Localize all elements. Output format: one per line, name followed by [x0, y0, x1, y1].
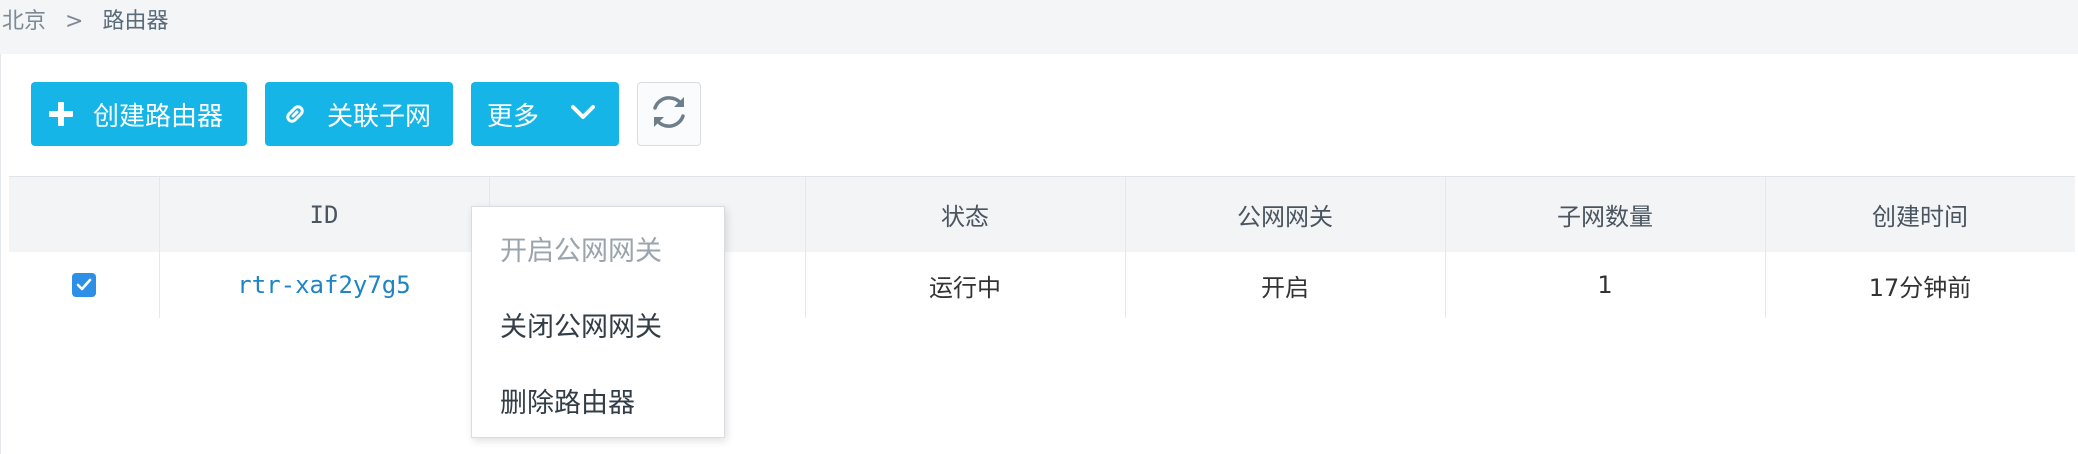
header-subnet-count[interactable]: 子网数量	[1445, 177, 1765, 252]
header-status[interactable]: 状态	[805, 177, 1125, 252]
chevron-down-icon	[569, 99, 597, 129]
menu-item-enable-gateway[interactable]: 开启公网网关	[500, 229, 662, 268]
row-status: 运行中	[929, 273, 1001, 302]
associate-subnet-button[interactable]: 关联子网	[265, 82, 453, 146]
refresh-button[interactable]	[637, 82, 701, 146]
header-id[interactable]: ID	[159, 177, 489, 252]
table-row[interactable]: rtr-xaf2y7g5 运行中 开启 1 17分钟前	[9, 252, 2075, 318]
row-subnet-count: 1	[1597, 271, 1613, 299]
row-select-cell	[9, 252, 159, 318]
row-id-cell: rtr-xaf2y7g5	[159, 252, 489, 318]
link-icon	[281, 100, 309, 128]
create-router-button[interactable]: 创建路由器	[31, 82, 247, 146]
router-table: ID 状态 公网网关 子网数量 创建时间 rtr-xaf2y7g5 运行中 开启…	[9, 176, 2075, 318]
table-header: ID 状态 公网网关 子网数量 创建时间	[9, 176, 2075, 252]
check-icon	[76, 278, 92, 291]
row-checkbox[interactable]	[72, 273, 96, 297]
associate-subnet-label: 关联子网	[327, 101, 432, 132]
header-gateway[interactable]: 公网网关	[1125, 177, 1445, 252]
row-gateway: 开启	[1261, 273, 1309, 302]
breadcrumb-current: 路由器	[102, 9, 169, 34]
row-created: 17分钟前	[1868, 273, 1972, 302]
more-dropdown-button[interactable]: 更多	[471, 82, 619, 146]
menu-item-delete-router[interactable]: 删除路由器	[500, 381, 635, 420]
more-dropdown-menu: 开启公网网关 关闭公网网关 删除路由器	[471, 206, 725, 438]
plus-icon	[47, 100, 75, 128]
router-panel: 创建路由器 关联子网 更多 ID 状态 公网网关 子网数量 创建时间 rtr-x…	[0, 54, 2078, 454]
header-created[interactable]: 创建时间	[1765, 177, 2075, 252]
router-id-link[interactable]: rtr-xaf2y7g5	[237, 271, 410, 299]
header-select-column	[9, 177, 159, 252]
breadcrumb-separator: >	[65, 9, 84, 34]
more-label: 更多	[487, 101, 540, 132]
breadcrumb-region[interactable]: 北京	[2, 9, 46, 34]
breadcrumb: 北京 > 路由器	[0, 0, 168, 48]
menu-item-disable-gateway[interactable]: 关闭公网网关	[500, 305, 662, 344]
refresh-icon	[648, 91, 690, 137]
create-router-label: 创建路由器	[93, 101, 224, 132]
